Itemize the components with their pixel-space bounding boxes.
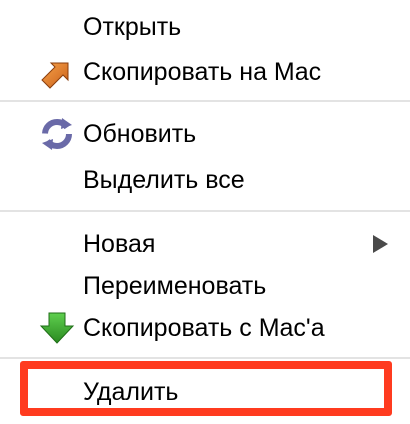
menu-item-new[interactable]: Новая xyxy=(0,225,410,263)
submenu-arrow-icon xyxy=(373,235,388,253)
context-menu: Открыть Скопировать на Mac Обновить Выде… xyxy=(0,0,410,424)
menu-item-label: Новая xyxy=(83,230,156,258)
menu-item-label: Обновить xyxy=(83,120,197,148)
menu-item-label: Скопировать с Mac'а xyxy=(83,314,325,342)
menu-item-label: Открыть xyxy=(83,13,182,41)
menu-item-copy-from-mac[interactable]: Скопировать с Mac'а xyxy=(0,309,410,347)
menu-separator xyxy=(0,100,410,102)
refresh-icon xyxy=(38,115,76,153)
menu-item-label: Скопировать на Mac xyxy=(83,58,322,86)
menu-item-refresh[interactable]: Обновить xyxy=(0,115,410,153)
menu-item-select-all[interactable]: Выделить все xyxy=(0,161,410,199)
menu-item-open[interactable]: Открыть xyxy=(0,8,410,46)
menu-item-copy-to-mac[interactable]: Скопировать на Mac xyxy=(0,53,410,91)
menu-separator xyxy=(0,357,410,359)
menu-item-label: Выделить все xyxy=(83,166,245,194)
copy-to-mac-icon xyxy=(38,53,76,91)
menu-item-label: Переименовать xyxy=(83,272,267,300)
highlight-frame xyxy=(20,361,392,416)
copy-from-mac-icon xyxy=(38,309,76,347)
menu-separator xyxy=(0,210,410,212)
menu-item-rename[interactable]: Переименовать xyxy=(0,267,410,305)
